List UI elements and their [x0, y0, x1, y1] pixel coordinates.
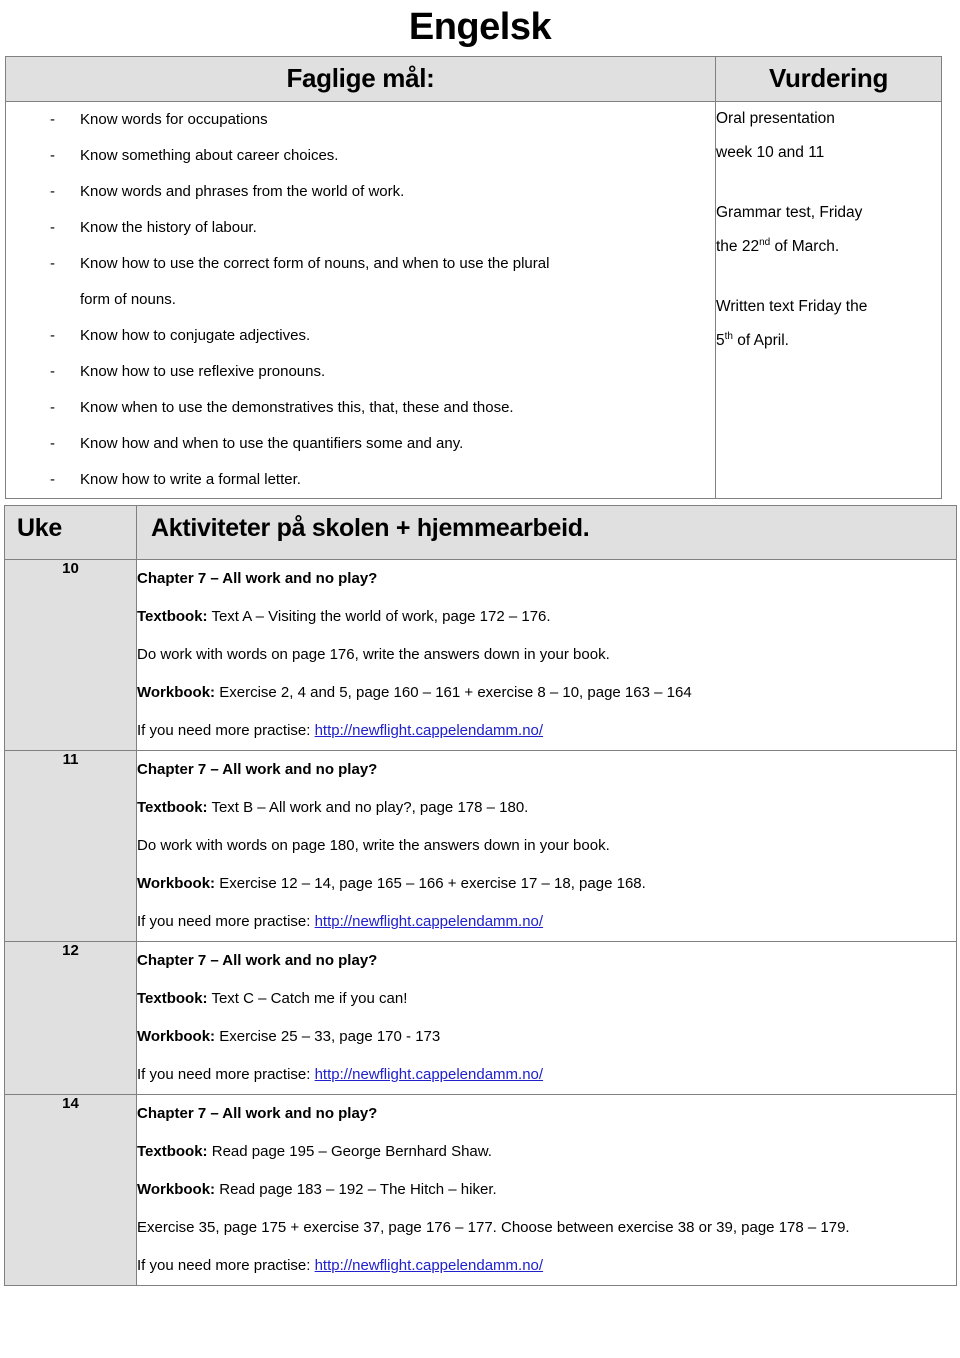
workbook-label: Workbook: — [137, 1028, 216, 1045]
textbook-label: Textbook: — [137, 608, 208, 625]
assessment-list: Oral presentation week 10 and 11 Grammar t… — [716, 102, 941, 358]
week-number-cell: 10 — [4, 559, 137, 751]
learning-goal-text: Know how to conjugate adjectives. — [80, 327, 311, 344]
textbook-line: Textbook: Text A – Visiting the world of… — [137, 608, 551, 625]
practise-link[interactable]: http://newflight.cappelendamm.no/ — [315, 1066, 543, 1083]
table-header-row: Faglige mål: Vurdering — [5, 56, 942, 102]
learning-goal-text: Know how to use the correct form of noun… — [80, 255, 550, 272]
learning-goal-item: Know how and when to use the quantifiers… — [6, 426, 715, 462]
workbook-label: Workbook: — [137, 1181, 216, 1198]
textbook-line: Textbook: Read page 195 – George Bernhar… — [137, 1143, 492, 1160]
practise-line: If you need more practise: http://newfli… — [137, 1066, 544, 1083]
chapter-heading: Chapter 7 – All work and no play? — [137, 761, 378, 778]
learning-goal-text: Know words for occupations — [80, 111, 268, 128]
chapter-heading: Chapter 7 – All work and no play? — [137, 570, 378, 587]
assessment-line: Oral presentation — [716, 110, 835, 127]
workbook-line: Workbook: Exercise 2, 4 and 5, page 160 … — [137, 684, 692, 701]
learning-goal-text: Know how and when to use the quantifiers… — [80, 435, 464, 452]
workbook-label: Workbook: — [137, 684, 216, 701]
textbook-line: Textbook: Text B – All work and no play?… — [137, 799, 529, 816]
plan-header-row: Uke Aktiviteter på skolen + hjemmearbeid… — [4, 505, 957, 560]
exercise-line: Exercise 35, page 175 + exercise 37, pag… — [137, 1219, 850, 1236]
document-page: Engelsk Faglige mål: Vurdering Know word… — [0, 0, 960, 1358]
assessment-line: Written text Friday the — [716, 298, 868, 315]
table-row: 14 Chapter 7 – All work and no play? Textb… — [4, 1094, 957, 1286]
assessment-line: the 22nd of March. — [716, 236, 840, 255]
weekly-plan-table: Uke Aktiviteter på skolen + hjemmearbeid… — [4, 505, 957, 1286]
learning-goal-text: Know how to write a formal letter. — [80, 471, 301, 488]
activity-note-line: Do work with words on page 176, write th… — [137, 646, 610, 663]
goals-column-header: Faglige mål: — [5, 56, 716, 102]
page-title: Engelsk — [408, 6, 552, 48]
activity-note-line: Do work with words on page 180, write th… — [137, 837, 610, 854]
activities-cell: Chapter 7 – All work and no play? Textboo… — [136, 1094, 957, 1286]
activities-cell: Chapter 7 – All work and no play? Textboo… — [136, 750, 957, 942]
table-row: 11 Chapter 7 – All work and no play? Textb… — [4, 750, 957, 942]
assessment-item: Grammar test, Friday the 22nd of March. — [716, 196, 941, 264]
practise-line: If you need more practise: http://newfli… — [137, 913, 544, 930]
week-number-cell: 14 — [4, 1094, 137, 1286]
chapter-heading: Chapter 7 – All work and no play? — [137, 952, 378, 969]
goals-cell: Know words for occupations Know something… — [5, 101, 716, 499]
week-column-header: Uke — [4, 505, 137, 560]
assessment-line: week 10 and 11 — [716, 144, 825, 161]
assessment-line: Grammar test, Friday — [716, 204, 863, 221]
table-body-row: Know words for occupations Know something… — [5, 101, 942, 499]
learning-goal-item: Know words for occupations — [6, 102, 715, 138]
practise-link[interactable]: http://newflight.cappelendamm.no/ — [315, 913, 543, 930]
textbook-label: Textbook: — [137, 799, 208, 816]
assessment-cell: Oral presentation week 10 and 11 Grammar t… — [715, 101, 942, 499]
learning-goal-text: Know the history of labour. — [80, 219, 257, 236]
week-number-cell: 11 — [4, 750, 137, 942]
learning-goals-list: Know words for occupations Know something… — [6, 102, 715, 498]
workbook-line: Workbook: Read page 183 – 192 – The Hitc… — [137, 1181, 497, 1198]
practise-line: If you need more practise: http://newfli… — [137, 722, 544, 739]
workbook-line: Workbook: Exercise 25 – 33, page 170 - 1… — [137, 1028, 441, 1045]
activities-cell: Chapter 7 – All work and no play? Textboo… — [136, 559, 957, 751]
textbook-line: Textbook: Text C – Catch me if you can! — [137, 990, 408, 1007]
learning-goal-continuation: form of nouns. — [80, 291, 176, 308]
practise-line: If you need more practise: http://newfli… — [137, 1257, 544, 1274]
learning-goal-item: Know how to use the correct form of noun… — [6, 246, 715, 318]
assessment-column-header: Vurdering — [715, 56, 942, 102]
assessment-item: Oral presentation week 10 and 11 — [716, 102, 941, 170]
assessment-line: 5th of April. — [716, 330, 789, 349]
workbook-line: Workbook: Exercise 12 – 14, page 165 – 1… — [137, 875, 646, 892]
learning-goal-item: Know when to use the demonstratives this… — [6, 390, 715, 426]
assessment-item: Written text Friday the 5th of April. — [716, 290, 941, 358]
practise-link[interactable]: http://newflight.cappelendamm.no/ — [315, 1257, 543, 1274]
learning-goal-text: Know how to use reflexive pronouns. — [80, 363, 326, 380]
learning-goal-text: Know when to use the demonstratives this… — [80, 399, 514, 416]
week-number-cell: 12 — [4, 941, 137, 1095]
learning-goal-item: Know how to conjugate adjectives. — [6, 318, 715, 354]
learning-goal-text: Know words and phrases from the world of… — [80, 183, 405, 200]
ordinal-suffix: th — [724, 330, 733, 342]
table-row: 12 Chapter 7 – All work and no play? Textb… — [4, 941, 957, 1095]
activities-cell: Chapter 7 – All work and no play? Textboo… — [136, 941, 957, 1095]
textbook-label: Textbook: — [137, 990, 208, 1007]
chapter-heading: Chapter 7 – All work and no play? — [137, 1105, 378, 1122]
learning-goal-item: Know words and phrases from the world of… — [6, 174, 715, 210]
table-row: 10 Chapter 7 – All work and no play? Textb… — [4, 559, 957, 751]
learning-goal-item: Know how to use reflexive pronouns. — [6, 354, 715, 390]
learning-goal-item: Know something about career choices. — [6, 138, 715, 174]
goals-assessment-table: Faglige mål: Vurdering Know words for oc… — [5, 56, 942, 499]
ordinal-suffix: nd — [759, 236, 771, 248]
workbook-label: Workbook: — [137, 875, 216, 892]
learning-goal-item: Know how to write a formal letter. — [6, 462, 715, 498]
learning-goal-text: Know something about career choices. — [80, 147, 339, 164]
activities-column-header: Aktiviteter på skolen + hjemmearbeid. — [136, 505, 957, 560]
textbook-label: Textbook: — [137, 1143, 208, 1160]
practise-link[interactable]: http://newflight.cappelendamm.no/ — [315, 722, 543, 739]
learning-goal-item: Know the history of labour. — [6, 210, 715, 246]
